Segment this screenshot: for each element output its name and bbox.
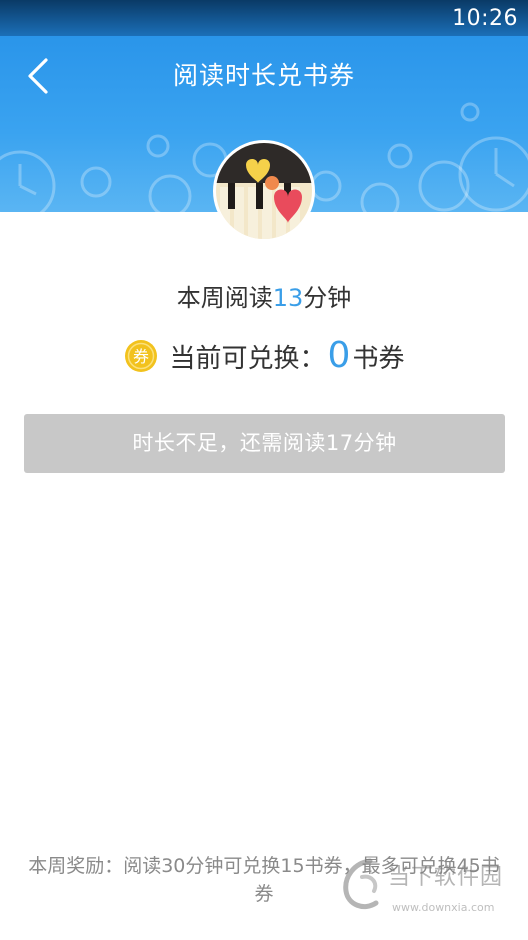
weekly-reading-prefix: 本周阅读	[176, 284, 273, 312]
avatar	[213, 140, 315, 242]
avatar-image	[216, 143, 312, 239]
exchange-summary: 券 当前可兑换： 0 书券	[0, 334, 528, 378]
exchange-unit: 书券	[352, 343, 405, 374]
page-title: 阅读时长兑书券	[172, 61, 355, 90]
weekly-reading-suffix: 分钟	[303, 284, 352, 312]
watermark-logo	[343, 858, 379, 909]
redeem-button-disabled[interactable]: 时长不足，还需阅读17分钟	[24, 414, 505, 473]
coin-glyph: 券	[133, 347, 149, 366]
watermark: 当下软件园 www.downxia.com	[340, 855, 520, 925]
watermark-url: www.downxia.com	[392, 901, 495, 914]
weekly-reading-minutes: 13	[272, 284, 304, 312]
exchange-label: 当前可兑换：	[169, 343, 326, 374]
exchange-count: 0	[327, 335, 351, 376]
coin-quan-icon: 券	[124, 340, 157, 372]
watermark-title: 当下软件园	[388, 865, 504, 890]
status-bar: 10:26	[0, 0, 528, 36]
weekly-reading-summary: 本周阅读13分钟	[0, 278, 528, 313]
status-time: 10:26	[452, 6, 518, 31]
